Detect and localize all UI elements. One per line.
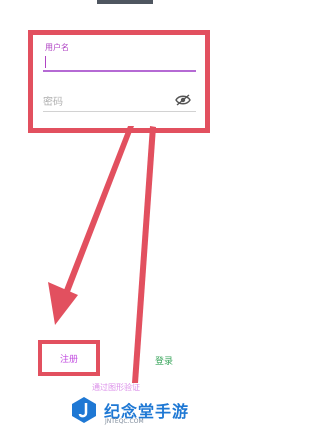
watermark-logo [72,397,96,423]
username-input[interactable] [43,70,196,72]
register-highlight: 注册 [38,340,100,376]
password-underline [43,111,196,112]
username-label: 用户名 [45,43,69,52]
top-notch-bar [97,0,153,4]
login-button[interactable]: 登录 [155,354,173,367]
verify-link[interactable]: 通过图形验证 [92,382,140,393]
login-form-highlight: 用户名 密码 [28,30,210,133]
watermark: 纪念堂手游 JNTEQC.COM [70,396,250,426]
watermark-url: JNTEQC.COM [105,418,144,425]
register-button[interactable]: 注册 [42,344,96,372]
text-cursor [45,56,46,68]
password-input[interactable]: 密码 [43,93,63,108]
eye-off-icon[interactable] [175,94,191,106]
